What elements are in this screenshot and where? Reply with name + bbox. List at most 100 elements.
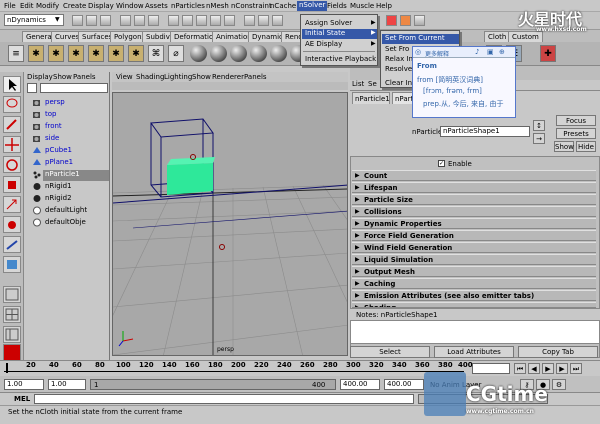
enable-checkbox[interactable]: ✓ [438, 160, 445, 167]
preferences-icon[interactable]: ⚙ [552, 379, 566, 390]
focus-button[interactable]: Focus [556, 115, 596, 126]
speaker-icon[interactable]: ♪ [475, 48, 479, 56]
list-item-selected[interactable]: nParticle1 [33, 170, 109, 181]
range-end2-field[interactable]: 400.00 [384, 379, 424, 390]
select-hierarchy-icon[interactable] [120, 15, 131, 26]
menu-item-set-from-mesh[interactable]: Set Fro [385, 45, 409, 53]
load-attributes-button[interactable]: Load Attributes [434, 346, 514, 358]
soft-mod-icon[interactable] [3, 216, 21, 233]
menu-nparticles[interactable]: nParticles [171, 2, 205, 10]
dictionary-more-link[interactable]: 更多解释 [425, 49, 449, 58]
connection-arrow-icon[interactable]: → [533, 133, 545, 144]
section-output-mesh[interactable]: Output Mesh [352, 266, 596, 277]
menu-item-relax-initial[interactable]: Relax Ini [385, 55, 415, 63]
go-to-end-icon[interactable]: ⏭ [570, 363, 582, 374]
go-to-start-icon[interactable]: ⏮ [514, 363, 526, 374]
section-liquid-simulation[interactable]: Liquid Simulation [352, 254, 596, 265]
material-sphere-icon-4[interactable] [250, 45, 267, 62]
section-caching[interactable]: Caching [352, 278, 596, 289]
four-pane-layout-icon[interactable] [3, 306, 21, 323]
emitter-icon-5[interactable]: ✱ [128, 45, 144, 62]
list-item[interactable]: top [33, 110, 56, 121]
list-item[interactable]: side [33, 134, 59, 145]
show-manip-icon[interactable] [3, 236, 21, 253]
menu-nconstraint[interactable]: nConstraint [231, 2, 272, 10]
hide-button[interactable]: Hide [576, 141, 596, 152]
snap-curve-icon[interactable] [258, 15, 269, 26]
section-wind-field-generation[interactable]: Wind Field Generation [352, 242, 596, 253]
list-item[interactable]: defaultLight [33, 206, 87, 217]
select-tool-icon[interactable] [3, 76, 21, 93]
outliner-menu-display[interactable]: Display [27, 73, 53, 81]
tab-cloth[interactable]: Cloth [484, 31, 511, 42]
list-item[interactable]: nRigid2 [33, 194, 72, 205]
list-item[interactable]: pCube1 [33, 146, 72, 157]
field-icon-2[interactable]: ⌀ [168, 45, 184, 62]
emitter-icon-3[interactable]: ✱ [88, 45, 104, 62]
viewport-menu-panels[interactable]: Panels [244, 73, 267, 81]
more-info-icon[interactable]: ◎ [415, 48, 421, 56]
open-scene-icon[interactable] [86, 15, 97, 26]
select-object-icon[interactable] [134, 15, 145, 26]
menu-item-set-from-current[interactable]: Set From Current [382, 34, 459, 44]
step-forward-icon[interactable]: ▶ [556, 363, 568, 374]
list-item[interactable]: front [33, 122, 62, 133]
field-icon[interactable]: ⌘ [148, 45, 164, 62]
menu-assets[interactable]: Assets [145, 2, 168, 10]
range-slider-track[interactable] [90, 379, 336, 390]
menu-nsolver[interactable]: nSolver [297, 1, 328, 11]
menu-fields[interactable]: Fields [327, 2, 347, 10]
material-sphere-icon-3[interactable] [230, 45, 247, 62]
render-icon[interactable] [386, 15, 397, 26]
menu-item-interactive-playback[interactable]: Interactive Playback [305, 55, 376, 63]
menu-file[interactable]: File [4, 2, 16, 10]
menu-display[interactable]: Display [88, 2, 114, 10]
ae-menu-selected[interactable]: Se [368, 80, 377, 88]
outliner-layout-icon[interactable] [3, 326, 21, 343]
universal-manip-icon[interactable] [3, 196, 21, 213]
hammer-tool-icon[interactable]: ✚ [540, 45, 556, 62]
section-lifespan[interactable]: Lifespan [352, 182, 596, 193]
outliner-search-input[interactable] [40, 83, 108, 93]
step-back-icon[interactable]: ◀ [528, 363, 540, 374]
emitter-icon-4[interactable]: ✱ [108, 45, 124, 62]
sphere-tool-icon[interactable]: ✱ [28, 45, 44, 62]
viewport-menu-lighting[interactable]: Lighting [164, 73, 192, 81]
list-item[interactable]: nRigid1 [33, 182, 72, 193]
outliner-filter-toggle[interactable] [27, 83, 37, 93]
mel-command-input[interactable] [34, 394, 414, 404]
viewport-menu-show[interactable]: Show [192, 73, 211, 81]
chevron-down-icon[interactable]: ▼ [55, 16, 60, 23]
presets-button[interactable]: Presets [556, 128, 596, 139]
move-tool-icon[interactable] [3, 136, 21, 153]
ipr-render-icon[interactable] [400, 15, 411, 26]
lasso-tool-icon[interactable] [3, 96, 21, 113]
viewport-menu-shading[interactable]: Shading [136, 73, 164, 81]
emitter-icon-2[interactable]: ✱ [68, 45, 84, 62]
menu-window[interactable]: Window [116, 2, 144, 10]
section-force-field-generation[interactable]: Force Field Generation [352, 230, 596, 241]
rotate-tool-icon[interactable] [3, 156, 21, 173]
mask-icon-2[interactable] [182, 15, 193, 26]
range-inner-start-field[interactable]: 1.00 [48, 379, 86, 390]
focus-arrow-icon[interactable]: ↕ [533, 120, 545, 131]
play-icon[interactable]: ▶ [542, 363, 554, 374]
menu-item-assign-solver[interactable]: Assign Solver [305, 19, 352, 27]
list-item[interactable]: persp [33, 98, 65, 109]
viewport-menu-view[interactable]: View [116, 73, 133, 81]
viewport-menu-renderer[interactable]: Renderer [212, 73, 244, 81]
scale-tool-icon[interactable] [3, 176, 21, 193]
mel-label[interactable]: MEL [14, 395, 30, 403]
save-scene-icon[interactable] [100, 15, 111, 26]
node-name-field[interactable]: nParticleShape1 [440, 126, 530, 137]
section-dynamic-properties[interactable]: Dynamic Properties [352, 218, 596, 229]
outliner-menu-panels[interactable]: Panels [73, 73, 96, 81]
section-particle-size[interactable]: Particle Size [352, 194, 596, 205]
notes-textarea[interactable] [350, 320, 600, 344]
current-frame-field[interactable] [472, 363, 510, 374]
copy-icon[interactable]: ▣ [487, 48, 494, 56]
last-tool-icon[interactable] [3, 256, 21, 273]
range-start-field[interactable]: 1.00 [4, 379, 44, 390]
mask-icon-3[interactable] [196, 15, 207, 26]
shelf-menu-icon[interactable]: ≡ [8, 45, 24, 62]
